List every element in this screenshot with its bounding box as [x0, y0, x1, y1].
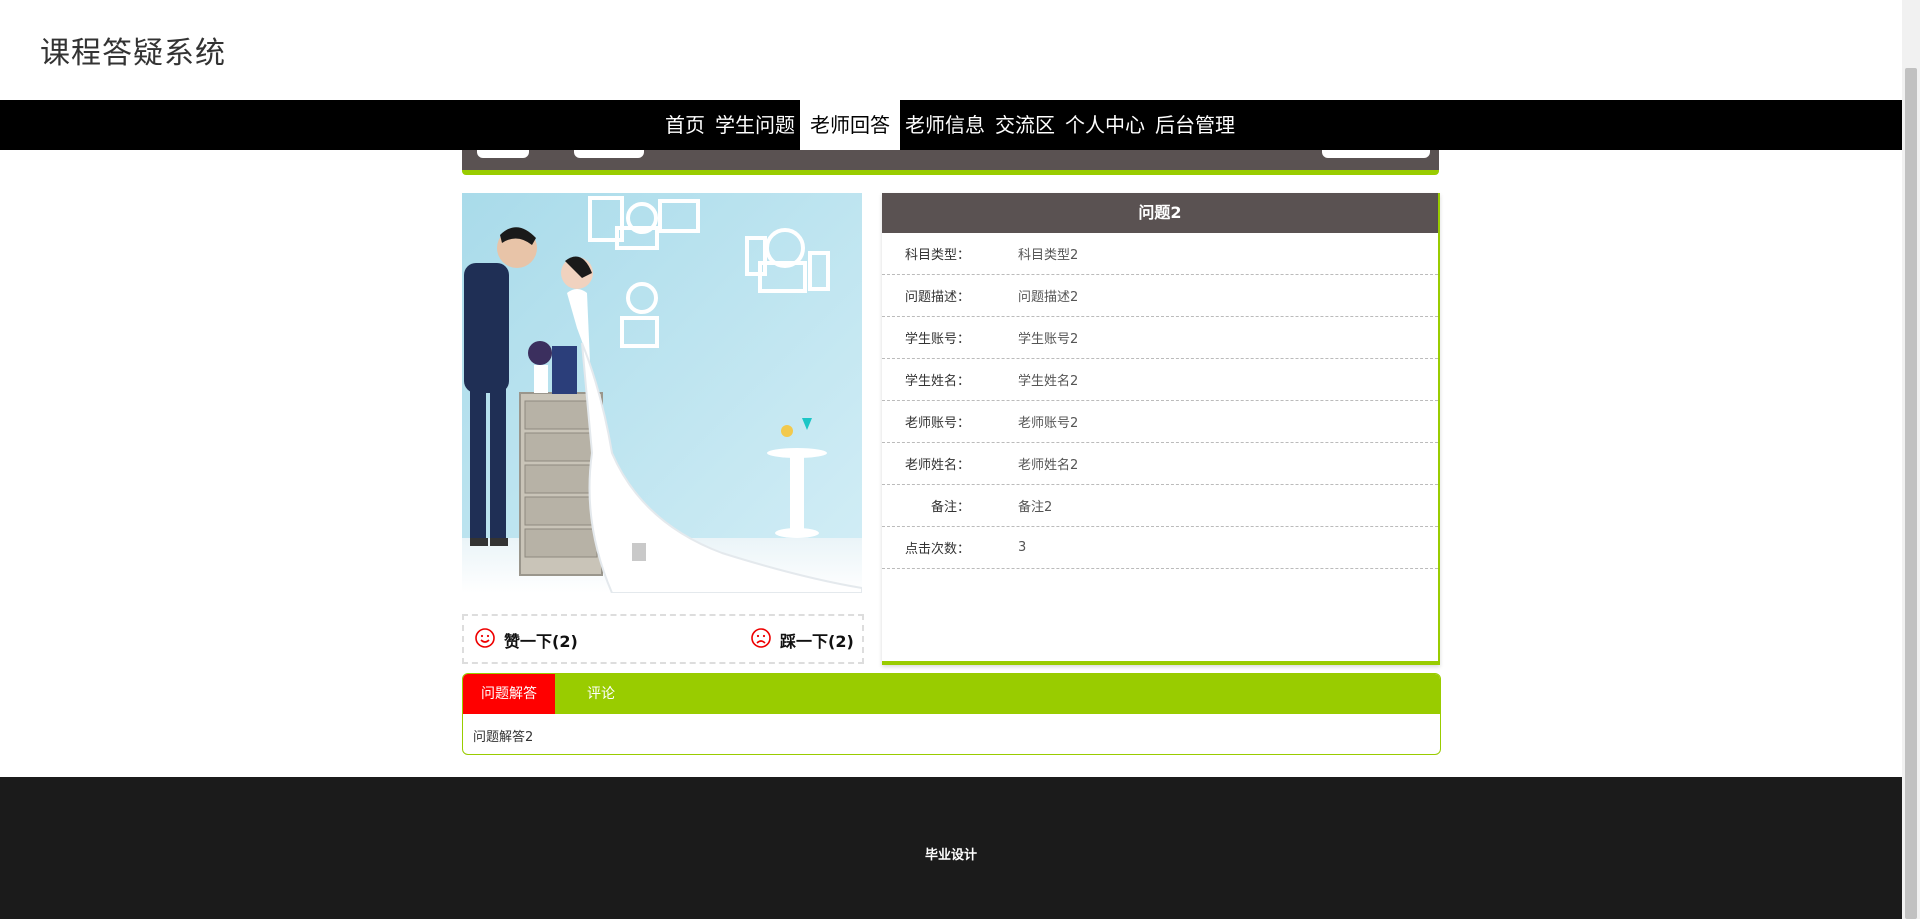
detail-value: 备注2	[1018, 500, 1053, 515]
detail-value: 3	[1018, 540, 1027, 555]
detail-key: 学生姓名：	[904, 374, 970, 389]
detail-panel: 问题2 科目类型： 科目类型2 问题描述： 问题描述2 学生账号： 学生账号2 …	[882, 193, 1440, 665]
vote-bar: 赞一下(2) 踩一下(2)	[462, 614, 864, 664]
nav-item-home[interactable]: 首页	[660, 100, 710, 150]
detail-value: 科目类型2	[1018, 248, 1079, 263]
detail-key: 科目类型：	[904, 248, 970, 263]
detail-key: 老师账号：	[904, 416, 970, 431]
detail-value: 学生账号2	[1018, 332, 1079, 347]
frown-icon	[750, 627, 780, 653]
tab-content: 问题解答2	[473, 730, 534, 745]
footer-text: 毕业设计	[924, 848, 977, 863]
detail-value: 问题描述2	[1018, 290, 1079, 305]
detail-row-subject-type: 科目类型： 科目类型2	[882, 233, 1438, 275]
tab-comments[interactable]: 评论	[555, 674, 647, 714]
detail-row-student-account: 学生账号： 学生账号2	[882, 317, 1438, 359]
footer: 毕业设计	[0, 777, 1902, 919]
detail-row-student-name: 学生姓名： 学生姓名2	[882, 359, 1438, 401]
page-scrollbar[interactable]	[1902, 0, 1920, 919]
detail-row-click-count: 点击次数： 3	[882, 527, 1438, 569]
detail-key: 备注：	[930, 500, 970, 515]
detail-value: 老师姓名2	[1018, 458, 1079, 473]
detail-title: 问题2	[882, 193, 1438, 233]
detail-key: 问题描述：	[904, 290, 970, 305]
detail-key: 学生账号：	[904, 332, 970, 347]
top-nav: 首页 学生问题 老师回答 老师信息 交流区 个人中心 后台管理	[0, 100, 1902, 150]
scrollbar-thumb[interactable]	[1905, 68, 1917, 919]
nav-item-teacher-answers[interactable]: 老师回答	[800, 100, 900, 150]
detail-row-teacher-name: 老师姓名： 老师姓名2	[882, 443, 1438, 485]
like-label: 赞一下(2)	[504, 632, 578, 651]
dislike-button[interactable]: 踩一下(2)	[750, 627, 854, 653]
tab-bar: 问题解答 评论	[463, 674, 1440, 714]
detail-value: 学生姓名2	[1018, 374, 1079, 389]
search-bar-select[interactable]	[477, 150, 529, 158]
tab-answer[interactable]: 问题解答	[463, 674, 555, 714]
like-button[interactable]: 赞一下(2)	[474, 627, 578, 653]
search-bar-button[interactable]	[1322, 150, 1430, 158]
detail-value: 老师账号2	[1018, 416, 1079, 431]
nav-item-student-questions[interactable]: 学生问题	[710, 100, 800, 150]
nav-item-forum[interactable]: 交流区	[990, 100, 1060, 150]
nav-item-teacher-info[interactable]: 老师信息	[900, 100, 990, 150]
site-title: 课程答疑系统	[40, 36, 226, 71]
nav-item-admin[interactable]: 后台管理	[1150, 100, 1240, 150]
search-bar-input[interactable]	[574, 150, 644, 158]
dislike-label: 踩一下(2)	[780, 632, 854, 651]
detail-key: 老师姓名：	[904, 458, 970, 473]
detail-row-teacher-account: 老师账号： 老师账号2	[882, 401, 1438, 443]
detail-key: 点击次数：	[904, 542, 970, 557]
detail-row-description: 问题描述： 问题描述2	[882, 275, 1438, 317]
smile-icon	[474, 627, 504, 653]
page: 课程答疑系统 首页 学生问题 老师回答 老师信息 交流区 个人中心 后台管理 赞…	[0, 0, 1902, 919]
nav-item-profile[interactable]: 个人中心	[1060, 100, 1150, 150]
nav-items: 首页 学生问题 老师回答 老师信息 交流区 个人中心 后台管理	[660, 100, 1240, 150]
question-image	[462, 193, 862, 593]
answer-tabs: 问题解答 评论 问题解答2	[462, 673, 1441, 755]
search-bar-remnant	[462, 150, 1439, 175]
detail-row-remark: 备注： 备注2	[882, 485, 1438, 527]
